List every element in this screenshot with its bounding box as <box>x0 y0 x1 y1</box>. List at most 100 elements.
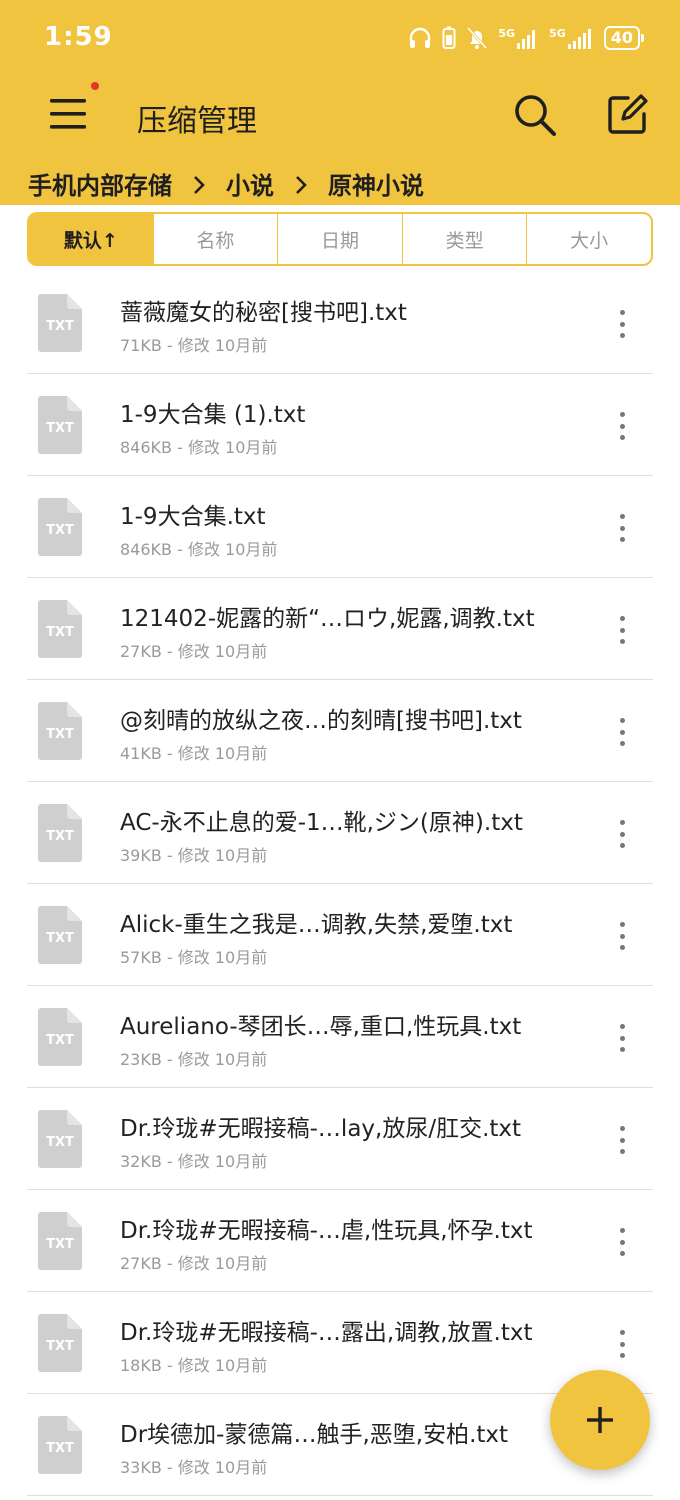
file-name: Aureliano-琴团长…辱,重口,性玩具.txt <box>120 1014 522 1040</box>
file-type-label: TXT <box>46 829 74 844</box>
file-meta: 27KB - 修改 10月前 <box>120 1254 268 1273</box>
more-options-icon[interactable] <box>608 408 636 444</box>
file-row[interactable]: TXT Aureliano-琴团长…辱,重口,性玩具.txt 23KB - 修改 1… <box>0 986 680 1088</box>
txt-file-icon: TXT <box>36 1313 84 1373</box>
edit-button[interactable] <box>604 92 650 138</box>
more-options-icon[interactable] <box>608 1326 636 1362</box>
more-options-icon[interactable] <box>608 612 636 648</box>
more-options-icon[interactable] <box>608 1122 636 1158</box>
txt-file-icon: TXT <box>36 497 84 557</box>
file-type-label: TXT <box>46 1033 74 1048</box>
file-name: Dr.玲珑#无暇接稿-…虐,性玩具,怀孕.txt <box>120 1218 533 1244</box>
txt-file-icon: TXT <box>36 1415 84 1475</box>
breadcrumb-item-storage[interactable]: 手机内部存储 <box>28 166 172 201</box>
file-meta: 23KB - 修改 10月前 <box>120 1050 268 1069</box>
page-title: 压缩管理 <box>137 104 257 139</box>
chevron-right-icon <box>182 170 216 198</box>
more-options-icon[interactable] <box>608 510 636 546</box>
file-row[interactable]: TXT 蔷薇魔女的秘密[搜书吧].txt 71KB - 修改 10月前 <box>0 272 680 374</box>
txt-file-icon: TXT <box>36 293 84 353</box>
txt-file-icon: TXT <box>36 395 84 455</box>
file-name: Dr埃德加-蒙德篇…触手,恶堕,安柏.txt <box>120 1422 509 1448</box>
file-row[interactable]: TXT @刻晴的放纵之夜…的刻晴[搜书吧].txt 41KB - 修改 10月前 <box>0 680 680 782</box>
file-meta: 18KB - 修改 10月前 <box>120 1356 268 1375</box>
file-type-label: TXT <box>46 421 74 436</box>
file-meta: 57KB - 修改 10月前 <box>120 948 268 967</box>
txt-file-icon: TXT <box>36 1211 84 1271</box>
file-meta: 39KB - 修改 10月前 <box>120 846 268 865</box>
txt-file-icon: TXT <box>36 701 84 761</box>
edit-icon <box>608 94 648 134</box>
file-type-label: TXT <box>46 625 74 640</box>
notification-dot <box>91 82 99 90</box>
signal-1-label: 5G <box>498 27 516 40</box>
file-row[interactable]: TXT Dr.玲珑#无暇接稿-…lay,放尿/肛交.txt 32KB - 修改 10… <box>0 1088 680 1190</box>
file-meta: 846KB - 修改 10月前 <box>120 540 278 559</box>
file-meta: 71KB - 修改 10月前 <box>120 336 268 355</box>
headphones-icon <box>410 27 431 48</box>
more-options-icon[interactable] <box>608 1224 636 1260</box>
breadcrumb-item-novels[interactable]: 小说 <box>226 166 274 201</box>
more-options-icon[interactable] <box>608 1020 636 1056</box>
file-name: 1-9大合集.txt <box>120 504 266 530</box>
txt-file-icon: TXT <box>36 1109 84 1169</box>
more-options-icon[interactable] <box>608 306 636 342</box>
signal-2-label: 5G <box>549 27 566 40</box>
status-time: 1:59 <box>44 22 113 52</box>
file-meta: 32KB - 修改 10月前 <box>120 1152 268 1171</box>
add-button[interactable] <box>550 1370 650 1470</box>
file-list: TXT 蔷薇魔女的秘密[搜书吧].txt 71KB - 修改 10月前 TXT 1-9… <box>0 272 680 1496</box>
file-type-label: TXT <box>46 1339 74 1354</box>
signal-strength-1: 5G <box>498 27 539 49</box>
status-icons: 5G 5G 40 <box>408 26 645 50</box>
breadcrumb-item-genshin-novels[interactable]: 原神小说 <box>328 166 424 201</box>
file-meta: 33KB - 修改 10月前 <box>120 1458 268 1477</box>
file-row[interactable]: TXT Dr.玲珑#无暇接稿-…虐,性玩具,怀孕.txt 27KB - 修改 10月… <box>0 1190 680 1292</box>
sort-tab-default[interactable]: 默认↑ <box>29 214 153 264</box>
sort-tab-type[interactable]: 类型 <box>401 214 527 264</box>
file-type-label: TXT <box>46 727 74 742</box>
sort-tab-date[interactable]: 日期 <box>277 214 402 264</box>
file-name: Dr.玲珑#无暇接稿-…lay,放尿/肛交.txt <box>120 1116 522 1142</box>
signal-strength-2: 5G <box>549 27 594 49</box>
plus-icon <box>587 1407 613 1433</box>
app-header: 1:59 5G 5G 40 压缩管理 手机内部存储 小说 原神小说 <box>0 0 680 205</box>
file-name: 121402-妮露的新“…ロウ,妮露,调教.txt <box>120 606 535 632</box>
file-meta: 846KB - 修改 10月前 <box>120 438 278 457</box>
signal-bars-icon <box>567 29 591 49</box>
file-meta: 27KB - 修改 10月前 <box>120 642 268 661</box>
file-meta: 41KB - 修改 10月前 <box>120 744 268 763</box>
file-type-label: TXT <box>46 931 74 946</box>
file-row[interactable]: TXT AC-永不止息的爱-1…靴,ジン(原神).txt 39KB - 修改 10月… <box>0 782 680 884</box>
file-type-label: TXT <box>46 1135 74 1150</box>
breadcrumb: 手机内部存储 小说 原神小说 <box>28 166 424 201</box>
hamburger-menu-icon <box>50 99 86 129</box>
txt-file-icon: TXT <box>36 1007 84 1067</box>
signal-bars-icon <box>517 30 536 49</box>
sort-tabs: 默认↑ 名称 日期 类型 大小 <box>27 212 653 266</box>
file-name: AC-永不止息的爱-1…靴,ジン(原神).txt <box>120 810 523 836</box>
search-icon <box>515 95 556 136</box>
more-options-icon[interactable] <box>608 816 636 852</box>
sort-tab-name[interactable]: 名称 <box>152 214 278 264</box>
sort-tab-size[interactable]: 大小 <box>526 214 651 264</box>
txt-file-icon: TXT <box>36 803 84 863</box>
file-type-label: TXT <box>46 523 74 538</box>
file-row[interactable]: TXT 1-9大合集.txt 846KB - 修改 10月前 <box>0 476 680 578</box>
file-row[interactable]: TXT 121402-妮露的新“…ロウ,妮露,调教.txt 27KB - 修改 10… <box>0 578 680 680</box>
file-row[interactable]: TXT Alick-重生之我是…调教,失禁,爱堕.txt 57KB - 修改 10月… <box>0 884 680 986</box>
file-row[interactable]: TXT 1-9大合集 (1).txt 846KB - 修改 10月前 <box>0 374 680 476</box>
file-name: Dr.玲珑#无暇接稿-…露出,调教,放置.txt <box>120 1320 533 1346</box>
txt-file-icon: TXT <box>36 599 84 659</box>
file-type-label: TXT <box>46 1441 74 1456</box>
more-options-icon[interactable] <box>608 918 636 954</box>
file-type-label: TXT <box>46 1237 74 1252</box>
menu-button[interactable] <box>48 82 99 134</box>
more-options-icon[interactable] <box>608 714 636 750</box>
file-name: 蔷薇魔女的秘密[搜书吧].txt <box>120 300 407 326</box>
mute-bell-icon <box>467 26 488 50</box>
txt-file-icon: TXT <box>36 905 84 965</box>
search-button[interactable] <box>512 92 558 138</box>
file-type-label: TXT <box>46 319 74 334</box>
file-name: Alick-重生之我是…调教,失禁,爱堕.txt <box>120 912 513 938</box>
